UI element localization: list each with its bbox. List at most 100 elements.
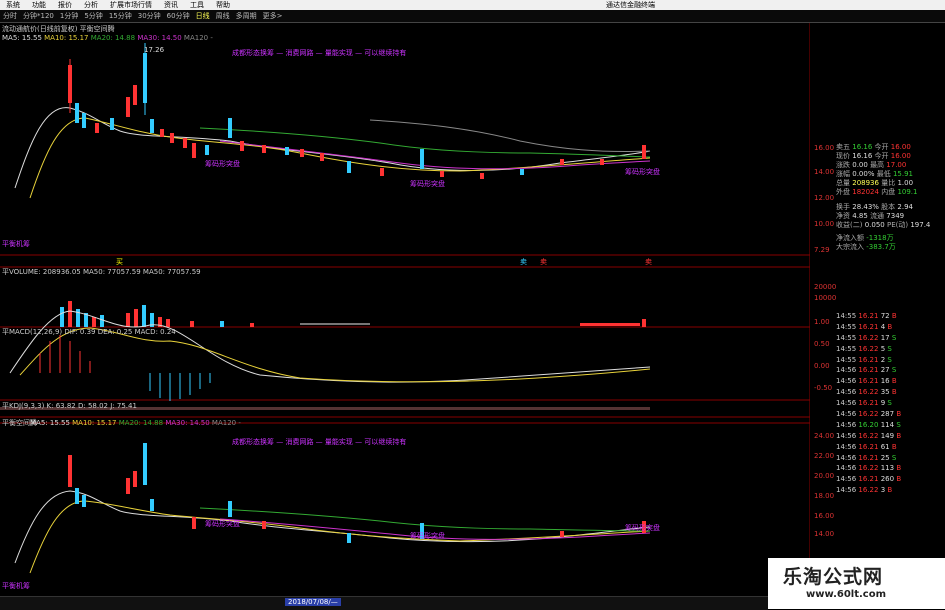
quote-row: 外盘 182024 内盘 109.1 xyxy=(836,188,918,196)
lower-tag-3: 筹码形突盘 xyxy=(625,524,660,532)
axis-main-0: 16.00 xyxy=(814,144,835,152)
tab-period-2[interactable]: 1分钟 xyxy=(57,10,81,22)
main-notes: 成都形态换筹 — 消费网路 — 量能实现 — 可以继续持有 xyxy=(232,49,407,57)
axis-lower-0: 24.00 xyxy=(814,432,835,440)
flow-row: 净流入额 -1318万 xyxy=(836,234,894,242)
axis-macd-0: 1.00 xyxy=(814,318,830,326)
axis-macd-1: 0.50 xyxy=(814,340,830,348)
ma5-value: MA5: 15.55 xyxy=(2,34,42,42)
ma30-value: MA30: 14.50 xyxy=(137,34,182,42)
main-low-label: 平衡机筹 xyxy=(2,240,30,248)
ma20-value: MA20: 14.88 xyxy=(90,34,136,42)
tab-period-4[interactable]: 15分钟 xyxy=(106,10,135,22)
date-badge[interactable]: 2018/07/08/— xyxy=(285,598,341,606)
watermark-url: www.60lt.com xyxy=(806,589,887,600)
tab-period-1[interactable]: 分钟*120 xyxy=(20,10,57,22)
tick-list[interactable]: 14:55 16.21 72 B 14:55 16.21 4 B 14:55 1… xyxy=(836,311,945,496)
axis-vol-0: 20000 xyxy=(814,283,837,291)
quote-row: 涨幅 0.00% 最低 15.91 xyxy=(836,170,913,178)
tick-row: 14:56 16.21 9 S xyxy=(836,399,892,408)
tick-row: 14:56 16.22 113 B xyxy=(836,464,902,473)
tick-row: 14:55 16.21 72 B xyxy=(836,312,897,320)
period-toolbar: 分时 分钟*120 1分钟 5分钟 15分钟 30分钟 60分钟 日线 周线 多周期 更多> xyxy=(0,10,945,23)
main-panel-title: 流动通航价(日线前复权) 平衡空间腾 xyxy=(2,25,115,33)
volume-bars xyxy=(60,301,646,327)
tick-row: 14:55 16.21 4 B xyxy=(836,322,893,331)
menu-function[interactable]: 功能 xyxy=(26,0,52,10)
tick-row: 14:55 16.22 5 S xyxy=(836,344,892,353)
menu-extended[interactable]: 扩展市场行情 xyxy=(104,0,158,10)
menu-quote[interactable]: 报价 xyxy=(52,0,78,10)
tick-row: 14:56 16.21 16 B xyxy=(836,377,897,386)
axis-lower-3: 18.00 xyxy=(814,492,835,500)
volume-mark-4: 卖 xyxy=(645,258,652,266)
menu-help[interactable]: 帮助 xyxy=(210,0,236,10)
tab-period-0[interactable]: 分时 xyxy=(0,10,20,22)
lower-tag-1: 筹码形突盘 xyxy=(205,520,240,528)
axis-lower-1: 22.00 xyxy=(814,452,835,460)
axis-main-4: 7.29 xyxy=(814,246,830,254)
axis-main-2: 12.00 xyxy=(814,194,835,202)
menu-news[interactable]: 资讯 xyxy=(158,0,184,10)
volume-mark-1: 买 xyxy=(116,258,123,266)
axis-main-1: 14.00 xyxy=(814,168,835,176)
axis-lower-5: 14.00 xyxy=(814,530,835,538)
tab-period-more[interactable]: 更多> xyxy=(260,10,286,22)
tick-row: 14:56 16.20 114 S xyxy=(836,420,901,429)
axis-macd-3: -0.50 xyxy=(814,384,833,392)
macd-label: 平MACD(12,26,9) DIF: 0.39 DEA: 0.25 MACD:… xyxy=(2,328,176,336)
tab-period-daily[interactable]: 日线 xyxy=(193,10,213,22)
quote-row: 净资 4.85 流通 7349 xyxy=(836,212,905,220)
menu-analysis[interactable]: 分析 xyxy=(78,0,104,10)
axis-vol-1: 10000 xyxy=(814,294,837,302)
flow-row: 大宗流入 -383.7万 xyxy=(836,243,896,251)
tab-period-3[interactable]: 5分钟 xyxy=(81,10,105,22)
tick-row: 14:56 16.22 35 B xyxy=(836,388,897,397)
lower-ma20-value: MA20: 14.88 xyxy=(118,419,164,427)
kline-chart-canvas[interactable] xyxy=(0,23,810,596)
ma10-value: MA10: 15.17 xyxy=(44,34,89,42)
tick-row: 14:56 16.22 287 B xyxy=(836,410,902,419)
main-ma-legend: MA5: 15.55 MA10: 15.17 MA20: 14.88 MA30:… xyxy=(2,34,213,43)
lower-ma120-value: MA120 - xyxy=(211,419,241,427)
kdj-label: 平KDJ(9,3,3) K: 63.82 D: 58.02 J: 75.41 xyxy=(2,402,137,410)
menu-tools[interactable]: 工具 xyxy=(184,0,210,10)
tab-period-6[interactable]: 60分钟 xyxy=(164,10,193,22)
volume-mark-2: 卖 xyxy=(520,258,527,266)
quote-row: 总量 208936 量比 1.00 xyxy=(836,179,914,187)
lower-ma-legend: MA5: 15.55 MA10: 15.17 MA20: 14.88 MA30:… xyxy=(30,419,241,428)
quote-row: 换手 28.43% 股本 2.94 xyxy=(836,203,913,211)
tick-row: 14:56 16.22 149 B xyxy=(836,431,902,440)
tick-row: 14:55 16.22 17 S xyxy=(836,333,897,342)
tick-row: 14:56 16.21 260 B xyxy=(836,475,902,484)
tab-period-9[interactable]: 多周期 xyxy=(233,10,260,22)
tab-period-5[interactable]: 30分钟 xyxy=(135,10,164,22)
quote-row: 涨跌 0.00 最高 17.00 xyxy=(836,161,907,169)
quote-row: 卖五 16.16 今开 16.00 xyxy=(836,143,911,151)
lower-candles xyxy=(68,443,646,543)
volume-mark-3: 卖 xyxy=(540,258,547,266)
quote-row: 现价 16.16 今开 16.00 xyxy=(836,152,911,160)
macd-bars xyxy=(39,335,211,401)
axis-lower-2: 20.00 xyxy=(814,472,835,480)
quote-panel: 卖五 16.16 今开 16.00 现价 16.16 今开 16.00 涨跌 0… xyxy=(836,143,945,252)
tick-row: 14:56 16.21 61 B xyxy=(836,442,897,451)
lower-ma5-value: MA5: 15.55 xyxy=(30,419,70,427)
tick-row: 14:55 16.21 2 S xyxy=(836,355,892,364)
axis-lower-4: 16.00 xyxy=(814,512,835,520)
main-high-label: 17.26 xyxy=(144,46,165,54)
menu-system[interactable]: 系统 xyxy=(0,0,26,10)
status-bar: 2018/07/08/— xyxy=(0,596,768,610)
tick-row: 14:56 16.21 27 S xyxy=(836,366,897,375)
ma120-value: MA120 - xyxy=(183,34,213,42)
lower-notes: 成都形态换筹 — 消费网路 — 量能实现 — 可以继续持有 xyxy=(232,438,407,446)
lower-ma10-value: MA10: 15.17 xyxy=(72,419,117,427)
axis-macd-2: 0.00 xyxy=(814,362,830,370)
tick-row: 14:56 16.21 25 S xyxy=(836,453,897,462)
lower-ma30-value: MA30: 14.50 xyxy=(165,419,210,427)
axis-main-3: 10.00 xyxy=(814,220,835,228)
tab-period-8[interactable]: 周线 xyxy=(213,10,233,22)
main-tag-2: 筹码形突盘 xyxy=(410,180,445,188)
quote-row: 收益(二) 0.050 PE(动) 197.4 xyxy=(836,221,931,229)
lower-tag-4: 平衡机筹 xyxy=(2,582,30,590)
